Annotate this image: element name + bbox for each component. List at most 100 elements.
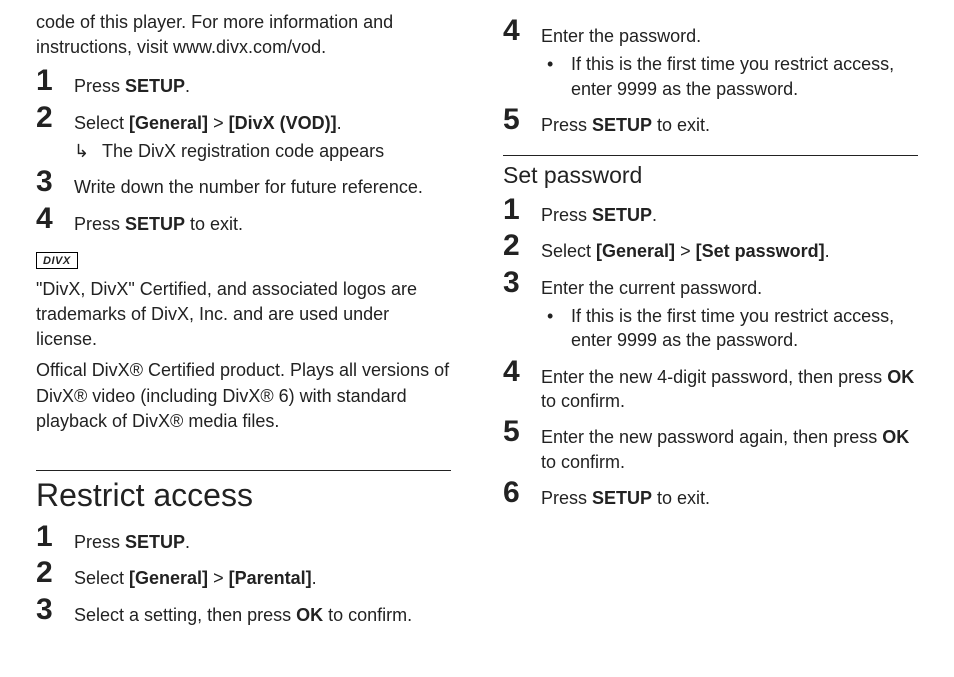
section-divider: Restrict access — [36, 470, 451, 514]
step-3: 3 Select a setting, then press OK to con… — [36, 595, 451, 627]
step-bold: OK — [887, 367, 914, 387]
step-number: 2 — [503, 231, 541, 261]
step-bold: OK — [882, 427, 909, 447]
step-text: . — [312, 568, 317, 588]
intro-text: code of this player. For more informatio… — [36, 10, 451, 60]
step-bold: [General] — [129, 568, 208, 588]
step-body: Select a setting, then press OK to confi… — [74, 595, 451, 627]
step-text: to confirm. — [323, 605, 412, 625]
step-text: . — [337, 113, 342, 133]
step-text: > — [675, 241, 696, 261]
bullet-icon: • — [541, 52, 571, 101]
step-text: Select — [74, 568, 129, 588]
step-bold: SETUP — [125, 76, 185, 96]
step-text: to confirm. — [541, 452, 625, 472]
step-bold: SETUP — [592, 115, 652, 135]
step-text: Enter the new 4-digit password, then pre… — [541, 367, 887, 387]
trademark-text: "DivX, DivX" Certified, and associated l… — [36, 277, 451, 353]
step-text: . — [652, 205, 657, 225]
section-divider: Set password — [503, 155, 918, 189]
step-text: to exit. — [652, 115, 710, 135]
left-column: code of this player. For more informatio… — [36, 10, 451, 657]
step-bullet: • If this is the first time you restrict… — [541, 304, 918, 353]
step-bullet: • If this is the first time you restrict… — [541, 52, 918, 101]
step-text: Write down the number for future referen… — [74, 177, 423, 197]
step-number: 2 — [36, 103, 74, 133]
step-text: Press — [541, 205, 592, 225]
step-number: 4 — [503, 357, 541, 387]
step-text: . — [185, 532, 190, 552]
step-bold: [General] — [596, 241, 675, 261]
step-bold: SETUP — [125, 532, 185, 552]
step-text: Enter the password. — [541, 26, 701, 46]
step-number: 3 — [503, 268, 541, 298]
step-body: Enter the new password again, then press… — [541, 417, 918, 474]
step-number: 4 — [503, 16, 541, 46]
step-number: 1 — [36, 66, 74, 96]
step-bold: SETUP — [125, 214, 185, 234]
step-4: 4 Enter the new 4-digit password, then p… — [503, 357, 918, 414]
arrow-icon: ↳ — [74, 139, 102, 163]
step-body: Press SETUP. — [74, 522, 451, 554]
step-1: 1 Press SETUP. — [503, 195, 918, 227]
step-body: Write down the number for future referen… — [74, 167, 451, 199]
step-result: ↳ The DivX registration code appears — [74, 139, 451, 163]
step-number: 3 — [36, 595, 74, 625]
step-number: 2 — [36, 558, 74, 588]
step-3: 3 Enter the current password. • If this … — [503, 268, 918, 353]
step-text: > — [208, 113, 229, 133]
step-3: 3 Write down the number for future refer… — [36, 167, 451, 199]
step-text: Press — [74, 214, 125, 234]
step-body: Select [General] > [Parental]. — [74, 558, 451, 590]
step-body: Select [General] > [DivX (VOD)]. ↳ The D… — [74, 103, 451, 164]
step-text: Press — [74, 532, 125, 552]
step-body: Press SETUP to exit. — [541, 478, 918, 510]
set-password-heading: Set password — [503, 162, 918, 189]
restrict-access-heading: Restrict access — [36, 477, 451, 514]
step-bold: [General] — [129, 113, 208, 133]
step-1: 1 Press SETUP. — [36, 66, 451, 98]
step-4: 4 Enter the password. • If this is the f… — [503, 16, 918, 101]
step-body: Press SETUP. — [541, 195, 918, 227]
step-body: Enter the current password. • If this is… — [541, 268, 918, 353]
step-body: Press SETUP to exit. — [541, 105, 918, 137]
step-6: 6 Press SETUP to exit. — [503, 478, 918, 510]
step-text: to confirm. — [541, 391, 625, 411]
step-4: 4 Press SETUP to exit. — [36, 204, 451, 236]
step-body: Enter the new 4-digit password, then pre… — [541, 357, 918, 414]
step-5: 5 Enter the new password again, then pre… — [503, 417, 918, 474]
step-number: 1 — [503, 195, 541, 225]
step-text: . — [825, 241, 830, 261]
bullet-text: If this is the first time you restrict a… — [571, 52, 918, 101]
step-bold: OK — [296, 605, 323, 625]
step-number: 4 — [36, 204, 74, 234]
step-2: 2 Select [General] > [Parental]. — [36, 558, 451, 590]
step-text: Press — [74, 76, 125, 96]
step-number: 5 — [503, 105, 541, 135]
divx-logo-icon: DIVX — [36, 252, 78, 269]
step-text: Select — [541, 241, 596, 261]
step-body: Press SETUP. — [74, 66, 451, 98]
step-bold: [DivX (VOD)] — [229, 113, 337, 133]
step-1: 1 Press SETUP. — [36, 522, 451, 554]
step-bold: [Set password] — [696, 241, 825, 261]
step-number: 3 — [36, 167, 74, 197]
step-bold: SETUP — [592, 205, 652, 225]
step-2: 2 Select [General] > [Set password]. — [503, 231, 918, 263]
step-bold: SETUP — [592, 488, 652, 508]
step-body: Select [General] > [Set password]. — [541, 231, 918, 263]
step-number: 5 — [503, 417, 541, 447]
step-text: to exit. — [652, 488, 710, 508]
step-text: Select — [74, 113, 129, 133]
step-5: 5 Press SETUP to exit. — [503, 105, 918, 137]
step-text: > — [208, 568, 229, 588]
step-number: 1 — [36, 522, 74, 552]
trademark-text: Offical DivX® Certified product. Plays a… — [36, 358, 451, 434]
divx-steps: 1 Press SETUP. 2 Select [General] > [Div… — [36, 66, 451, 235]
bullet-icon: • — [541, 304, 571, 353]
bullet-text: If this is the first time you restrict a… — [571, 304, 918, 353]
step-text: Enter the current password. — [541, 278, 762, 298]
step-bold: [Parental] — [229, 568, 312, 588]
step-number: 6 — [503, 478, 541, 508]
right-column: 4 Enter the password. • If this is the f… — [503, 10, 918, 657]
